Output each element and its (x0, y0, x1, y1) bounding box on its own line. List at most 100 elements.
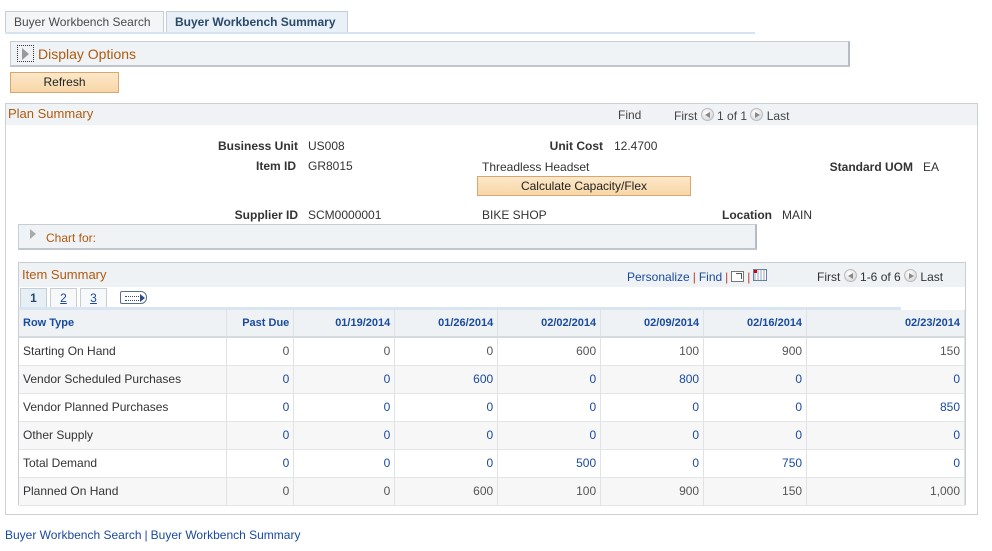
grid-tab-1[interactable]: 1 (20, 288, 47, 308)
separator: | (725, 270, 729, 284)
column-header[interactable]: Past Due (226, 310, 295, 338)
quantity-link[interactable]: 0 (806, 449, 965, 478)
business-unit-label: Business Unit (217, 139, 298, 153)
separator: | (144, 528, 148, 542)
quantity-link[interactable]: 0 (293, 449, 396, 478)
show-all-columns-icon[interactable] (120, 291, 147, 304)
tab-buyer-workbench-summary[interactable]: Buyer Workbench Summary (166, 11, 348, 33)
column-header[interactable]: 01/26/2014 (394, 310, 499, 338)
quantity-link[interactable]: 0 (394, 421, 499, 450)
quantity-cell: 600 (497, 337, 602, 366)
unit-cost-value: 12.4700 (614, 139, 658, 153)
column-header[interactable]: 01/19/2014 (293, 310, 396, 338)
quantity-link[interactable]: 0 (806, 421, 965, 450)
table-row: Planned On Hand 0 0 600 100 900 150 1,000 (19, 477, 965, 506)
quantity-link[interactable]: 0 (394, 449, 499, 478)
personalize-link[interactable]: Personalize (627, 270, 690, 284)
quantity-link[interactable]: 0 (806, 365, 965, 394)
previous-arrow-icon[interactable] (700, 108, 714, 121)
table-row: Vendor Scheduled Purchases 0 0 600 0 800 0 0 (19, 365, 965, 394)
first-label[interactable]: First (674, 109, 697, 123)
plan-find-link[interactable]: Find (618, 108, 641, 122)
grid-tab-3[interactable]: 3 (80, 288, 107, 308)
footer-links: Buyer Workbench Search | Buyer Workbench S… (5, 528, 300, 542)
row-type-cell: Total Demand (19, 449, 228, 478)
next-arrow-icon[interactable] (750, 108, 764, 121)
row-type-cell: Vendor Planned Purchases (19, 393, 228, 422)
column-header[interactable]: 02/09/2014 (600, 310, 705, 338)
previous-arrow-icon[interactable] (843, 269, 857, 282)
supplier-id-label: Supplier ID (234, 208, 298, 222)
quantity-link[interactable]: 0 (226, 365, 295, 394)
quantity-link[interactable]: 0 (394, 393, 499, 422)
quantity-link[interactable]: 0 (293, 365, 396, 394)
business-unit-value: US008 (308, 139, 345, 153)
item-id-link[interactable]: GR8015 (308, 159, 353, 173)
chart-for-label[interactable]: Chart for: (46, 231, 96, 245)
quantity-link[interactable]: 0 (600, 449, 705, 478)
last-label[interactable]: Last (920, 270, 943, 284)
plan-summary-header: Plan Summary Find First 1 of 1 Last (6, 104, 977, 125)
quantity-link[interactable]: 0 (226, 393, 295, 422)
last-label[interactable]: Last (767, 109, 790, 123)
column-header[interactable]: 02/02/2014 (497, 310, 602, 338)
quantity-link[interactable]: 0 (703, 421, 808, 450)
plan-summary-title: Plan Summary (8, 106, 94, 121)
row-type-cell: Starting On Hand (19, 337, 228, 366)
quantity-cell: 0 (293, 477, 396, 506)
quantity-link[interactable]: 0 (703, 393, 808, 422)
tab-buyer-workbench-search[interactable]: Buyer Workbench Search (5, 11, 164, 33)
quantity-cell: 0 (226, 477, 295, 506)
first-label[interactable]: First (817, 270, 840, 284)
new-window-icon[interactable] (731, 271, 745, 282)
display-options-section[interactable]: Display Options (10, 41, 850, 67)
quantity-link[interactable]: 600 (394, 365, 499, 394)
download-spreadsheet-icon[interactable] (753, 269, 768, 281)
table-row: Starting On Hand 0 0 0 600 100 900 150 (19, 337, 965, 366)
quantity-link[interactable]: 0 (497, 421, 602, 450)
quantity-link[interactable]: 0 (293, 421, 396, 450)
quantity-link[interactable]: 850 (806, 393, 965, 422)
next-arrow-icon[interactable] (904, 269, 918, 282)
footer-link-search[interactable]: Buyer Workbench Search (5, 528, 142, 542)
expand-toggle[interactable] (17, 45, 34, 62)
quantity-cell: 100 (600, 337, 705, 366)
plan-pager: First 1 of 1 Last (674, 108, 789, 123)
quantity-link[interactable]: 0 (497, 393, 602, 422)
item-summary-header: Item Summary Personalize | Find | | First 1-… (19, 263, 965, 287)
quantity-link[interactable]: 0 (497, 365, 602, 394)
quantity-link[interactable]: 0 (293, 393, 396, 422)
quantity-link[interactable]: 0 (703, 365, 808, 394)
display-options-label[interactable]: Display Options (38, 46, 136, 62)
location-value: MAIN (782, 208, 812, 222)
quantity-link[interactable]: 0 (600, 393, 705, 422)
row-type-cell: Other Supply (19, 421, 228, 450)
separator: | (747, 270, 751, 284)
quantity-link[interactable]: 800 (600, 365, 705, 394)
refresh-button[interactable]: Refresh (10, 72, 119, 93)
expand-triangle-icon[interactable] (30, 229, 36, 239)
quantity-link[interactable]: 0 (226, 421, 295, 450)
find-link[interactable]: Find (699, 270, 722, 284)
table-row: Total Demand 0 0 0 500 0 750 0 (19, 449, 965, 478)
footer-link-summary[interactable]: Buyer Workbench Summary (151, 528, 301, 542)
quantity-cell: 900 (703, 337, 808, 366)
column-header[interactable]: 02/16/2014 (703, 310, 808, 338)
column-header[interactable]: Row Type (19, 310, 228, 338)
row-type-cell: Planned On Hand (19, 477, 228, 506)
column-header[interactable]: 02/23/2014 (806, 310, 965, 338)
quantity-link[interactable]: 0 (600, 421, 705, 450)
unit-cost-label: Unit Cost (549, 139, 603, 153)
standard-uom-label: Standard UOM (829, 160, 913, 174)
quantity-cell: 0 (226, 337, 295, 366)
grid-tab-2[interactable]: 2 (50, 288, 77, 308)
tab-underline (5, 32, 755, 34)
chart-for-section[interactable]: Chart for: (18, 224, 757, 250)
quantity-link[interactable]: 0 (226, 449, 295, 478)
tab-label: Buyer Workbench Search (14, 15, 151, 29)
quantity-link[interactable]: 500 (497, 449, 602, 478)
calculate-capacity-flex-button[interactable]: Calculate Capacity/Flex (477, 176, 691, 196)
standard-uom-value: EA (923, 160, 940, 174)
quantity-link[interactable]: 750 (703, 449, 808, 478)
quantity-cell: 0 (293, 337, 396, 366)
